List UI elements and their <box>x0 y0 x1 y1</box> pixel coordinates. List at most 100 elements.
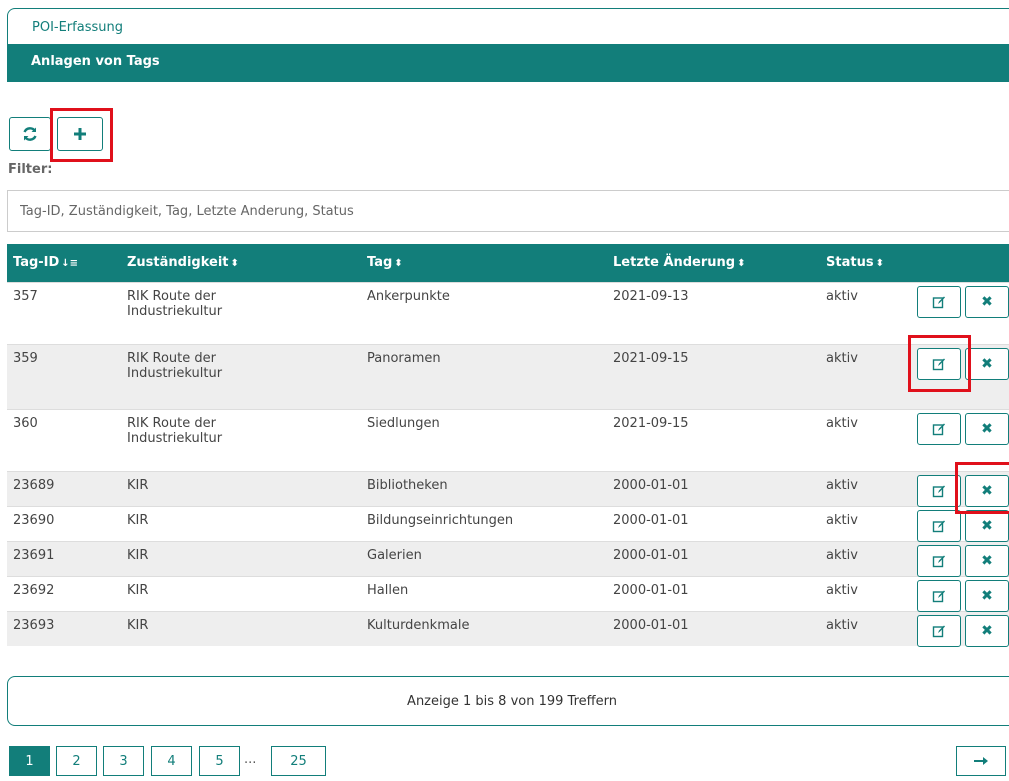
cell-status: aktiv <box>820 610 913 646</box>
delete-button[interactable]: ✖ <box>965 614 1009 647</box>
column-header-tag-id[interactable]: Tag-ID ↓≡ <box>7 244 121 282</box>
cell-zustaendigkeit: RIK Route der Industriekultur <box>121 408 361 471</box>
next-page-button[interactable] <box>956 746 1006 776</box>
delete-button[interactable]: ✖ <box>965 347 1009 380</box>
table-row: 23693 KIR Kulturdenkmale 2000-01-01 aktiv ✖ <box>7 610 1009 647</box>
edit-icon <box>932 590 945 602</box>
table-row: 23689 KIR Bibliotheken 2000-01-01 aktiv ✖ <box>7 470 1009 507</box>
cell-status: aktiv <box>820 408 913 471</box>
page-button-25[interactable]: 25 <box>271 746 326 776</box>
edit-icon <box>932 555 945 567</box>
close-icon: ✖ <box>981 517 993 534</box>
cell-zustaendigkeit: RIK Route der Industriekultur <box>121 343 361 409</box>
sort-icon: ⬍ <box>394 258 403 270</box>
delete-button[interactable]: ✖ <box>965 412 1009 445</box>
cell-status: aktiv <box>820 575 913 611</box>
edit-icon <box>932 423 945 435</box>
table-row: 23691 KIR Galerien 2000-01-01 aktiv ✖ <box>7 540 1009 577</box>
column-header-actions <box>913 244 1009 282</box>
edit-button[interactable] <box>917 285 961 318</box>
edit-icon <box>932 520 945 532</box>
arrow-right-icon <box>974 757 988 765</box>
cell-tag: Hallen <box>361 575 607 611</box>
refresh-button[interactable] <box>9 117 51 151</box>
page-button-5[interactable]: 5 <box>199 746 240 776</box>
edit-button[interactable] <box>917 509 961 542</box>
cell-letzte-aenderung: 2000-01-01 <box>607 470 820 506</box>
cell-tag: Siedlungen <box>361 408 607 471</box>
cell-tag-id: 360 <box>7 408 121 471</box>
table-row: 23692 KIR Hallen 2000-01-01 aktiv ✖ <box>7 575 1009 612</box>
page-button-3[interactable]: 3 <box>103 746 144 776</box>
edit-icon <box>932 625 945 637</box>
delete-button[interactable]: ✖ <box>965 579 1009 612</box>
table-row: 359 RIK Route der Industriekultur Panorame… <box>7 343 1009 409</box>
column-header-status[interactable]: Status ⬍ <box>820 244 913 282</box>
delete-button[interactable]: ✖ <box>965 285 1009 318</box>
cell-letzte-aenderung: 2021-09-15 <box>607 408 820 471</box>
edit-button[interactable] <box>917 579 961 612</box>
cell-letzte-aenderung: 2000-01-01 <box>607 540 820 576</box>
tags-table: Tag-ID ↓≡ Zuständigkeit ⬍ Tag ⬍ Letzte Ände… <box>7 244 1009 647</box>
cell-status: aktiv <box>820 505 913 541</box>
cell-tag: Kulturdenkmale <box>361 610 607 646</box>
edit-button[interactable] <box>917 544 961 577</box>
cell-letzte-aenderung: 2021-09-15 <box>607 343 820 409</box>
sort-icon: ⬍ <box>875 258 884 270</box>
result-count-text: Anzeige 1 bis 8 von 199 Treffern <box>407 693 617 709</box>
page-button-1[interactable]: 1 <box>9 746 50 776</box>
cell-actions: ✖ <box>913 610 1009 647</box>
close-icon: ✖ <box>981 420 993 437</box>
cell-tag: Galerien <box>361 540 607 576</box>
edit-icon <box>932 485 945 497</box>
cell-actions: ✖ <box>913 540 1009 577</box>
table-row: 360 RIK Route der Industriekultur Siedlung… <box>7 408 1009 471</box>
column-header-zustaendigkeit[interactable]: Zuständigkeit ⬍ <box>121 244 361 282</box>
delete-button[interactable]: ✖ <box>965 509 1009 542</box>
close-icon: ✖ <box>981 587 993 604</box>
breadcrumb-title[interactable]: POI-Erfassung <box>32 20 123 35</box>
table-header-row: Tag-ID ↓≡ Zuständigkeit ⬍ Tag ⬍ Letzte Ände… <box>7 244 1009 282</box>
table-row: 23690 KIR Bildungseinrichtungen 2000-01-01 a… <box>7 505 1009 542</box>
cell-actions: ✖ <box>913 575 1009 612</box>
column-header-letzte-aenderung[interactable]: Letzte Änderung ⬍ <box>607 244 820 282</box>
highlight-delete-button <box>955 462 1009 514</box>
filter-input[interactable] <box>7 190 1009 232</box>
close-icon: ✖ <box>981 552 993 569</box>
cell-tag-id: 359 <box>7 343 121 409</box>
cell-tag: Bildungseinrichtungen <box>361 505 607 541</box>
sort-asc-icon: ↓≡ <box>61 258 79 270</box>
delete-button[interactable]: ✖ <box>965 544 1009 577</box>
cell-tag-id: 23689 <box>7 470 121 506</box>
panel-header: Anlagen von Tags <box>7 44 1009 82</box>
sort-icon: ⬍ <box>737 258 746 270</box>
cell-tag-id: 23692 <box>7 575 121 611</box>
cell-tag-id: 23693 <box>7 610 121 646</box>
cell-tag: Bibliotheken <box>361 470 607 506</box>
cell-letzte-aenderung: 2000-01-01 <box>607 575 820 611</box>
cell-tag: Panoramen <box>361 343 607 409</box>
edit-button[interactable] <box>917 412 961 445</box>
close-icon: ✖ <box>981 622 993 639</box>
cell-letzte-aenderung: 2000-01-01 <box>607 505 820 541</box>
cell-zustaendigkeit: RIK Route der Industriekultur <box>121 281 361 344</box>
table-row: 357 RIK Route der Industriekultur Ankerpun… <box>7 281 1009 344</box>
close-icon: ✖ <box>981 293 993 310</box>
cell-letzte-aenderung: 2021-09-13 <box>607 281 820 344</box>
cell-status: aktiv <box>820 470 913 506</box>
page-title: Anlagen von Tags <box>31 54 160 69</box>
cell-zustaendigkeit: KIR <box>121 470 361 506</box>
page-button-2[interactable]: 2 <box>56 746 97 776</box>
sort-icon: ⬍ <box>230 258 239 270</box>
cell-status: aktiv <box>820 343 913 409</box>
cell-tag-id: 357 <box>7 281 121 344</box>
cell-zustaendigkeit: KIR <box>121 505 361 541</box>
cell-zustaendigkeit: KIR <box>121 540 361 576</box>
edit-button[interactable] <box>917 614 961 647</box>
cell-status: aktiv <box>820 540 913 576</box>
cell-tag: Ankerpunkte <box>361 281 607 344</box>
breadcrumb[interactable]: POI-Erfassung <box>7 8 1009 44</box>
page-button-4[interactable]: 4 <box>151 746 192 776</box>
edit-icon <box>932 296 945 308</box>
column-header-tag[interactable]: Tag ⬍ <box>361 244 607 282</box>
